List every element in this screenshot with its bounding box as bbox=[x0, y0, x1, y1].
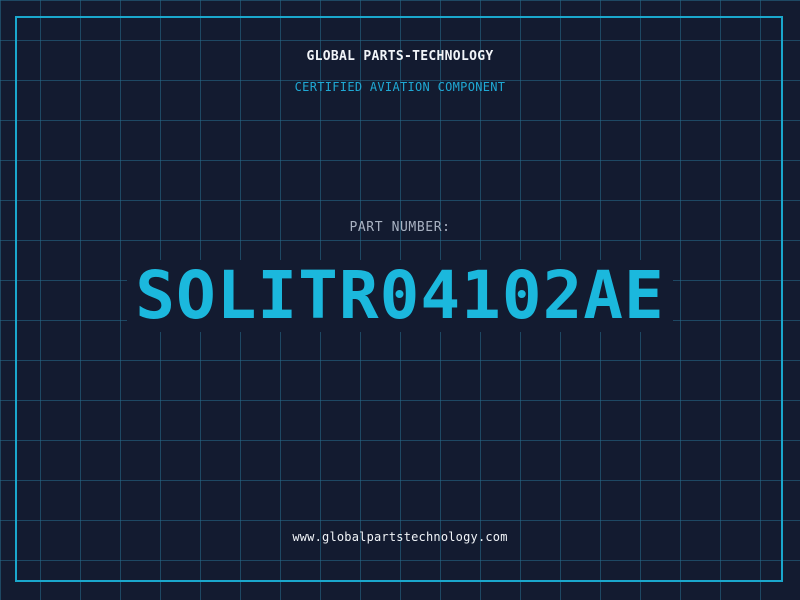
part-number-label: PART NUMBER: bbox=[349, 220, 451, 235]
certification-subtitle: CERTIFIED AVIATION COMPONENT bbox=[294, 80, 506, 94]
part-number-value: SOLITR04102AE bbox=[127, 260, 673, 332]
company-name: GLOBAL PARTS-TECHNOLOGY bbox=[306, 49, 494, 64]
part-number-container: SOLITR04102AE bbox=[0, 260, 800, 332]
part-label-card: GLOBAL PARTS-TECHNOLOGY CERTIFIED AVIATI… bbox=[0, 0, 800, 600]
website-url: www.globalpartstechnology.com bbox=[292, 530, 508, 544]
